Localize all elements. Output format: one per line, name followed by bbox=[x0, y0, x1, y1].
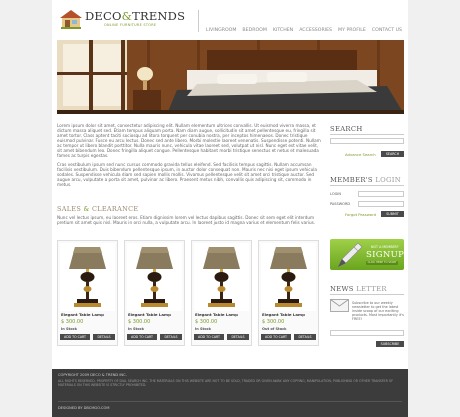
main-nav: LIVINGROOM BEDROOM KITCHEN ACCESSORIES M… bbox=[206, 28, 402, 33]
sales-description: Nunc vel lectus ipsum, eu laoreet eros. … bbox=[57, 215, 316, 225]
product-card: Elegant Table Lamp $ 300.00 In Stock ADD… bbox=[124, 240, 185, 346]
footer-legal: ALL RIGHTS RESERVED. PROPERTY OF DIAL SE… bbox=[58, 379, 394, 387]
footer-divider bbox=[58, 401, 402, 402]
signup-label: SIGNUP bbox=[366, 250, 404, 260]
login-label: LOGIN bbox=[330, 192, 341, 196]
lamp-image[interactable] bbox=[261, 243, 316, 311]
pen-icon bbox=[337, 242, 363, 268]
sales-title-part2: CLEARANCE bbox=[92, 205, 139, 213]
sales-clearance-title: SALES & CLEARANCE bbox=[57, 205, 138, 213]
login-input[interactable] bbox=[358, 191, 404, 197]
newsletter-description: Subscribe to our weekly newsletter to ge… bbox=[352, 301, 404, 322]
newsletter-title: NEWS LETTER bbox=[330, 285, 387, 293]
newsletter-title-part1: NEWS bbox=[330, 285, 354, 293]
intro-text: Lorem ipsum dolor sit amet, consectetur … bbox=[57, 123, 321, 191]
product-price: $ 300.00 bbox=[262, 319, 285, 325]
advance-search-link[interactable]: Advance Search bbox=[345, 152, 376, 157]
nav-accessories[interactable]: ACCESSORIES bbox=[299, 28, 332, 33]
search-title: SEARCH bbox=[330, 125, 363, 133]
details-button[interactable]: DETAILS bbox=[227, 334, 249, 340]
newsletter-email-input[interactable] bbox=[330, 330, 404, 336]
signup-prompt: NOT A MEMBER? bbox=[371, 245, 399, 249]
lamp-image[interactable] bbox=[60, 243, 115, 311]
sales-title-amp: & bbox=[81, 205, 92, 213]
lamp-image[interactable] bbox=[127, 243, 182, 311]
header-divider bbox=[198, 10, 199, 32]
logo-text-part2: TRENDS bbox=[132, 9, 186, 23]
newsletter-title-part2: LETTER bbox=[353, 285, 387, 293]
login-title-part1: MEMBER'S bbox=[330, 176, 373, 184]
hero-bedroom-image bbox=[57, 40, 404, 114]
password-input[interactable] bbox=[358, 201, 404, 207]
intro-paragraph-1: Lorem ipsum dolor sit amet, consectetur … bbox=[57, 123, 321, 158]
nav-bedroom[interactable]: BEDROOM bbox=[242, 28, 266, 33]
newsletter-title-underline bbox=[330, 294, 404, 295]
password-label: PASSWORD bbox=[330, 202, 351, 206]
details-button[interactable]: DETAILS bbox=[93, 334, 115, 340]
add-to-cart-button[interactable]: ADD TO CART bbox=[127, 334, 157, 340]
search-title-underline bbox=[330, 134, 404, 135]
logo-ampersand: & bbox=[121, 9, 133, 23]
product-name[interactable]: Elegant Table Lamp bbox=[128, 312, 171, 317]
house-logo-icon bbox=[60, 10, 82, 29]
login-title-part2: LOGIN bbox=[372, 176, 401, 184]
add-to-cart-button[interactable]: ADD TO CART bbox=[261, 334, 291, 340]
nav-livingroom[interactable]: LIVINGROOM bbox=[206, 28, 236, 33]
logo-tagline: ONLINE FURNITURE STORE bbox=[104, 23, 157, 27]
stock-status: Out of Stock bbox=[262, 327, 287, 331]
search-input[interactable] bbox=[330, 138, 404, 144]
subscribe-button[interactable]: SUBSCRIBE bbox=[376, 341, 404, 347]
product-name[interactable]: Elegant Table Lamp bbox=[262, 312, 305, 317]
product-price: $ 300.00 bbox=[128, 319, 151, 325]
product-price: $ 300.00 bbox=[61, 319, 84, 325]
stock-status: In Stock bbox=[128, 327, 145, 331]
signup-banner[interactable]: NOT A MEMBER? SIGNUP CLICK HERE TO START bbox=[330, 239, 404, 270]
details-button[interactable]: DETAILS bbox=[294, 334, 316, 340]
members-login-title: MEMBER'S LOGIN bbox=[330, 176, 401, 184]
add-to-cart-button[interactable]: ADD TO CART bbox=[60, 334, 90, 340]
sales-title-part1: SALES bbox=[57, 205, 82, 213]
nav-contact-us[interactable]: CONTACT US bbox=[372, 28, 402, 33]
details-button[interactable]: DETAILS bbox=[160, 334, 182, 340]
submit-button[interactable]: SUBMIT bbox=[381, 211, 404, 217]
lamp-image[interactable] bbox=[194, 243, 249, 311]
footer-designer-credit[interactable]: DESIGNED BY DBCMGO.COM bbox=[58, 406, 109, 410]
product-card: Elegant Table Lamp $ 300.00 In Stock ADD… bbox=[191, 240, 252, 346]
page-container: DECO&TRENDS ONLINE FURNITURE STORE LIVIN… bbox=[52, 0, 408, 369]
search-button[interactable]: SEARCH bbox=[381, 151, 404, 157]
stock-status: In Stock bbox=[61, 327, 78, 331]
forgot-password-link[interactable]: Forgot Password bbox=[345, 212, 376, 217]
product-card: Elegant Table Lamp $ 300.00 In Stock ADD… bbox=[57, 240, 118, 346]
footer: COPYRIGHT 2009 DECO & TREND INC. ALL RIG… bbox=[52, 369, 408, 417]
product-name[interactable]: Elegant Table Lamp bbox=[195, 312, 238, 317]
add-to-cart-button[interactable]: ADD TO CART bbox=[194, 334, 224, 340]
stock-status: In Stock bbox=[195, 327, 212, 331]
site-logo[interactable]: DECO&TRENDS bbox=[85, 9, 185, 23]
nav-my-profile[interactable]: MY PROFILE bbox=[338, 28, 366, 33]
product-card: Elegant Table Lamp $ 300.00 Out of Stock… bbox=[258, 240, 319, 346]
envelope-icon bbox=[330, 299, 349, 312]
footer-copyright: COPYRIGHT 2009 DECO & TREND INC. bbox=[58, 373, 127, 377]
nav-kitchen[interactable]: KITCHEN bbox=[273, 28, 293, 33]
product-name[interactable]: Elegant Table Lamp bbox=[61, 312, 104, 317]
login-title-underline bbox=[330, 185, 404, 186]
signup-cta: CLICK HERE TO START bbox=[366, 261, 398, 265]
intro-paragraph-2: Cras vestibulum ipsum sed nunc cursus co… bbox=[57, 162, 317, 187]
product-price: $ 300.00 bbox=[195, 319, 218, 325]
logo-text-part1: DECO bbox=[85, 9, 122, 23]
